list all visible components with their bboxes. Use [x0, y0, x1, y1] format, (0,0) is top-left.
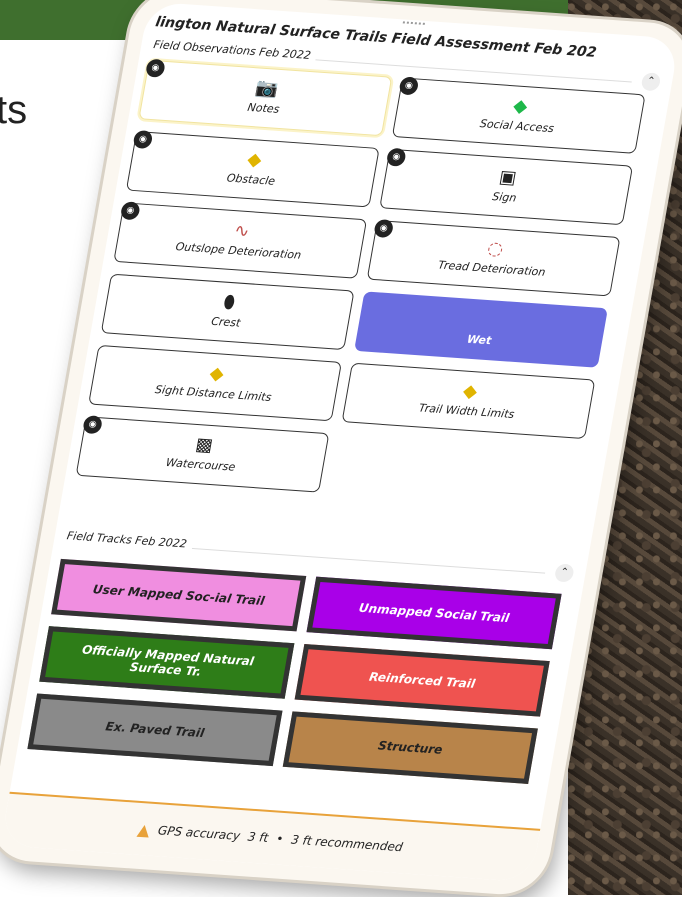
warning-icon: ▲: [136, 819, 152, 840]
chevron-up-icon[interactable]: ⌃: [640, 72, 662, 92]
crest-button[interactable]: ⬮ Crest: [100, 273, 355, 351]
watercourse-button[interactable]: ◉ ▩ Watercourse: [75, 415, 330, 493]
chevron-up-icon[interactable]: ⌃: [553, 563, 575, 583]
tread-deterioration-button[interactable]: ◉ ◌ Tread Deterioration: [366, 218, 621, 297]
sign-button[interactable]: ◉ ▣ Sign: [379, 147, 634, 226]
gps-accuracy-label: GPS accuracy: [156, 823, 242, 843]
gps-separator: •: [275, 831, 285, 846]
officially-mapped-trail-button[interactable]: Officially Mapped Natural Surface Tr.: [39, 626, 295, 699]
unmapped-social-trail-button[interactable]: Unmapped Social Trail: [306, 576, 562, 650]
reinforced-trail-button[interactable]: Reinforced Trail: [294, 644, 550, 717]
tracks-section-title: Field Tracks Feb 2022: [65, 529, 194, 551]
ex-paved-trail-button[interactable]: Ex. Paved Trail: [27, 693, 283, 767]
gps-recommended: 3 ft recommended: [290, 832, 404, 855]
user-mapped-social-trail-button[interactable]: User Mapped Soc-ial Trail: [51, 558, 307, 632]
structure-button[interactable]: Structure: [282, 711, 538, 784]
trail-width-limits-button[interactable]: ◆ Trail Width Limits: [341, 362, 596, 440]
slide-text-fragment: ts: [0, 88, 28, 132]
outslope-deterioration-button[interactable]: ◉ ∿ Outslope Deterioration: [113, 201, 368, 279]
sight-distance-limits-button[interactable]: ◆ Sight Distance Limits: [88, 344, 342, 422]
obstacle-button[interactable]: ◉ ◆ Obstacle: [125, 129, 380, 208]
wet-button[interactable]: Wet: [354, 291, 608, 368]
observations-section-title: Field Observations Feb 2022: [152, 38, 318, 63]
gps-accuracy-value: 3 ft: [246, 829, 270, 845]
observations-grid: ◉ 📷 Notes ◉ ◆ Social Access ◉ ◆ Obstacle…: [69, 58, 660, 551]
status-notch: [402, 21, 426, 28]
